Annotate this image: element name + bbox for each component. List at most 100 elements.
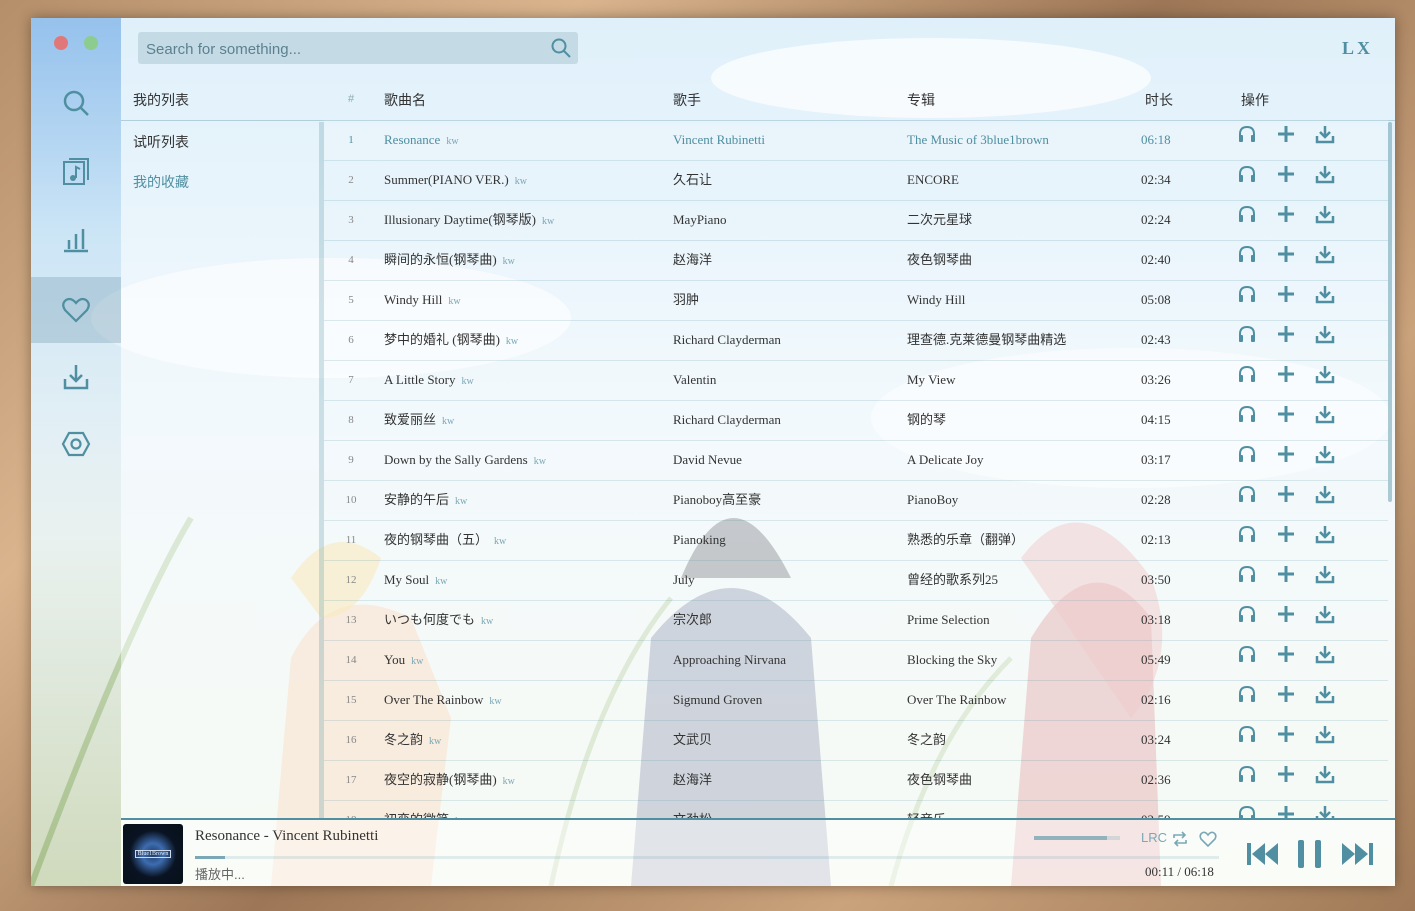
list-item-favorites[interactable]: 我的收藏 (121, 162, 319, 202)
add-to-list-button[interactable] (1273, 806, 1299, 818)
nav-settings[interactable] (31, 411, 121, 477)
minimize-button[interactable] (84, 36, 98, 50)
table-row[interactable]: 12 My Soul kw July 曾经的歌系列25 03:50 (324, 560, 1388, 601)
volume-slider[interactable] (1034, 836, 1120, 840)
album-cover[interactable]: Blue1Brown (123, 824, 183, 884)
add-to-list-button[interactable] (1273, 766, 1299, 793)
table-row[interactable]: 15 Over The Rainbow kw Sigmund Groven Over T… (324, 680, 1388, 721)
table-row[interactable]: 13 いつも何度でも kw 宗次郎 Prime Selection 03:18 (324, 600, 1388, 641)
download-button[interactable] (1312, 526, 1338, 553)
next-button[interactable] (1339, 836, 1375, 872)
add-to-list-button[interactable] (1273, 726, 1299, 753)
search-icon[interactable] (550, 37, 572, 59)
song-name[interactable]: 梦中的婚礼 (钢琴曲) kw (384, 320, 518, 360)
table-row[interactable]: 6 梦中的婚礼 (钢琴曲) kw Richard Clayderman 理查德.克莱德曼… (324, 320, 1388, 361)
progress-bar[interactable] (195, 856, 1219, 859)
download-button[interactable] (1312, 406, 1338, 433)
download-button[interactable] (1312, 566, 1338, 593)
add-to-list-button[interactable] (1273, 486, 1299, 513)
play-button[interactable] (1234, 645, 1260, 673)
song-name[interactable]: 瞬间的永恒(钢琴曲) kw (384, 240, 515, 280)
download-button[interactable] (1312, 726, 1338, 753)
table-scrollbar[interactable] (1388, 122, 1392, 502)
play-button[interactable] (1234, 325, 1260, 353)
add-to-list-button[interactable] (1273, 566, 1299, 593)
repeat-icon[interactable] (1171, 830, 1189, 848)
song-name[interactable]: 初恋的微笑kw (384, 800, 467, 818)
play-button[interactable] (1234, 485, 1260, 513)
play-button[interactable] (1234, 685, 1260, 713)
table-row[interactable]: 1 Resonance kw Vincent Rubinetti The Music o… (324, 120, 1388, 161)
song-name[interactable]: いつも何度でも kw (384, 600, 493, 640)
song-name[interactable]: 夜的钢琴曲（五） kw (384, 520, 506, 560)
song-name[interactable]: Windy Hill kw (384, 280, 461, 320)
table-row[interactable]: 9 Down by the Sally Gardens kw David Nevue A… (324, 440, 1388, 481)
heart-outline-icon[interactable] (1199, 830, 1217, 848)
download-button[interactable] (1312, 126, 1338, 153)
table-row[interactable]: 3 Illusionary Daytime(钢琴版) kw MayPiano 二次元星球… (324, 200, 1388, 241)
play-button[interactable] (1234, 205, 1260, 233)
add-to-list-button[interactable] (1273, 366, 1299, 393)
nav-search[interactable] (31, 70, 121, 136)
add-to-list-button[interactable] (1273, 646, 1299, 673)
table-row[interactable]: 5 Windy Hill kw 羽肿 Windy Hill 05:08 (324, 280, 1388, 321)
play-button[interactable] (1234, 165, 1260, 193)
nav-favorites[interactable] (31, 277, 121, 343)
add-to-list-button[interactable] (1273, 126, 1299, 153)
search-input[interactable] (144, 32, 548, 66)
add-to-list-button[interactable] (1273, 166, 1299, 193)
song-name[interactable]: You kw (384, 640, 423, 680)
play-button[interactable] (1234, 125, 1260, 153)
lyrics-toggle[interactable]: LRC (1141, 830, 1167, 845)
table-row[interactable]: 14 You kw Approaching Nirvana Blocking the S… (324, 640, 1388, 681)
play-button[interactable] (1234, 605, 1260, 633)
song-name[interactable]: Summer(PIANO VER.) kw (384, 160, 527, 200)
add-to-list-button[interactable] (1273, 446, 1299, 473)
download-button[interactable] (1312, 206, 1338, 233)
song-name[interactable]: Over The Rainbow kw (384, 680, 502, 720)
play-button[interactable] (1234, 285, 1260, 313)
pause-button[interactable] (1293, 836, 1327, 872)
download-button[interactable] (1312, 606, 1338, 633)
previous-button[interactable] (1245, 836, 1281, 872)
song-name[interactable]: My Soul kw (384, 560, 447, 600)
song-name[interactable]: Illusionary Daytime(钢琴版) kw (384, 200, 554, 240)
list-item-trial[interactable]: 试听列表 (121, 122, 319, 162)
download-button[interactable] (1312, 646, 1338, 673)
add-to-list-button[interactable] (1273, 286, 1299, 313)
song-name[interactable]: 安静的午后 kw (384, 480, 467, 520)
add-to-list-button[interactable] (1273, 326, 1299, 353)
nav-download[interactable] (31, 344, 121, 410)
song-name[interactable]: 冬之韵 kw (384, 720, 441, 760)
download-button[interactable] (1312, 686, 1338, 713)
add-to-list-button[interactable] (1273, 246, 1299, 273)
song-name[interactable]: 夜空的寂静(钢琴曲) kw (384, 760, 515, 800)
add-to-list-button[interactable] (1273, 406, 1299, 433)
table-row[interactable]: 2 Summer(PIANO VER.) kw 久石让 ENCORE 02:34 (324, 160, 1388, 201)
song-name[interactable]: A Little Story kw (384, 360, 474, 400)
download-button[interactable] (1312, 766, 1338, 793)
download-button[interactable] (1312, 806, 1338, 818)
play-button[interactable] (1234, 525, 1260, 553)
add-to-list-button[interactable] (1273, 526, 1299, 553)
add-to-list-button[interactable] (1273, 206, 1299, 233)
play-button[interactable] (1234, 245, 1260, 273)
table-row[interactable]: 18 初恋的微笑kw 文劲松 轻音乐 02:59 (324, 800, 1388, 818)
download-button[interactable] (1312, 166, 1338, 193)
table-row[interactable]: 17 夜空的寂静(钢琴曲) kw 赵海洋 夜色钢琴曲 02:36 (324, 760, 1388, 801)
download-button[interactable] (1312, 286, 1338, 313)
table-row[interactable]: 4 瞬间的永恒(钢琴曲) kw 赵海洋 夜色钢琴曲 02:40 (324, 240, 1388, 281)
play-button[interactable] (1234, 805, 1260, 818)
download-button[interactable] (1312, 326, 1338, 353)
download-button[interactable] (1312, 446, 1338, 473)
table-row[interactable]: 11 夜的钢琴曲（五） kw Pianoking 熟悉的乐章（翻弹） 02:13 (324, 520, 1388, 561)
song-name[interactable]: Resonance kw (384, 120, 459, 160)
play-button[interactable] (1234, 445, 1260, 473)
table-row[interactable]: 16 冬之韵 kw 文武贝 冬之韵 03:24 (324, 720, 1388, 761)
play-button[interactable] (1234, 725, 1260, 753)
song-name[interactable]: 致爱丽丝 kw (384, 400, 454, 440)
download-button[interactable] (1312, 486, 1338, 513)
nav-song-list[interactable] (31, 138, 121, 204)
table-row[interactable]: 10 安静的午后 kw Pianoboy高至豪 PianoBoy 02:28 (324, 480, 1388, 521)
add-to-list-button[interactable] (1273, 606, 1299, 633)
